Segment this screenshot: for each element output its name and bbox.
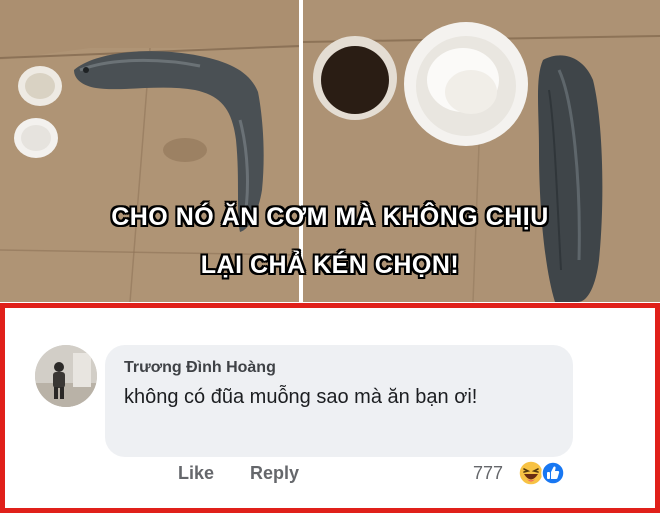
- meme-photo-panel: CHO NÓ ĂN CƠM MÀ KHÔNG CHỊU LẠI CHẢ KÉN …: [0, 0, 660, 302]
- like-icon[interactable]: [541, 461, 565, 485]
- avatar[interactable]: [35, 345, 97, 407]
- comment-bubble: Trương Đình Hoàng không có đũa muỗng sao…: [105, 345, 573, 457]
- meme-caption-line-1: CHO NÓ ĂN CƠM MÀ KHÔNG CHỊU: [111, 203, 549, 231]
- comment-author[interactable]: Trương Đình Hoàng: [124, 359, 276, 377]
- like-button[interactable]: Like: [178, 463, 214, 484]
- comment-text: không có đũa muỗng sao mà ăn bạn ơi!: [124, 386, 478, 408]
- comment-frame: Trương Đình Hoàng không có đũa muỗng sao…: [0, 303, 660, 513]
- reply-button[interactable]: Reply: [250, 463, 299, 484]
- meme-caption-line-2: LẠI CHẢ KÉN CHỌN!: [200, 251, 460, 279]
- reaction-count[interactable]: 777: [473, 463, 503, 484]
